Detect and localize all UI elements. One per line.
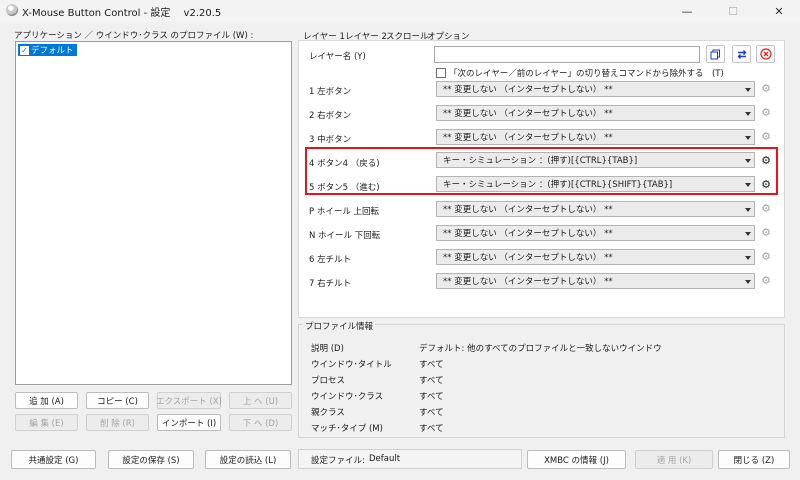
gear-icon[interactable]: ⚙ — [760, 251, 772, 263]
chevron-down-icon — [745, 232, 751, 236]
info-key-parent-class: 親クラス — [311, 408, 345, 418]
chevron-down-icon — [745, 280, 751, 284]
row-label-middle-button: 3 中ボタン — [309, 135, 352, 145]
maximize-button[interactable]: ☐ — [710, 0, 756, 22]
gear-icon[interactable]: ⚙ — [760, 227, 772, 239]
profile-info-title: プロファイル情報 — [303, 320, 376, 332]
profile-item-default[interactable]: ✓ デフォルト — [18, 44, 77, 56]
move-up-button[interactable]: 上 へ (U) — [229, 392, 292, 409]
save-settings-button[interactable]: 設定の保存 (S) — [108, 450, 194, 469]
layer-name-input[interactable] — [434, 46, 700, 63]
action-select-right-button[interactable]: ** 変更しない （インターセプトしない） ** — [436, 105, 755, 121]
profiles-label: アプリケーション ／ ウインドウ･クラス のプロファイル (W) : — [14, 31, 254, 41]
row-label-wheel-down: N ホイール 下回転 — [309, 231, 381, 241]
info-value-window-class: すべて — [419, 392, 444, 402]
swap-icon — [737, 49, 746, 59]
exclude-layer-checkbox[interactable] — [436, 68, 446, 78]
edit-profile-button[interactable]: 編 集 (E) — [15, 414, 78, 431]
row-label-wheel-up: P ホイール 上回転 — [309, 207, 380, 217]
load-settings-button[interactable]: 設定の読込 (L) — [205, 450, 291, 469]
action-value: ** 変更しない （インターセプトしない） ** — [443, 85, 613, 95]
app-icon — [6, 4, 18, 16]
move-down-button[interactable]: 下 へ (D) — [229, 414, 292, 431]
chevron-down-icon — [745, 88, 751, 92]
action-value: ** 変更しない （インターセプトしない） ** — [443, 205, 613, 215]
row-label-tilt-left: 6 左チルト — [309, 255, 352, 265]
action-select-tilt-left[interactable]: ** 変更しない （インターセプトしない） ** — [436, 249, 755, 265]
info-key-process: プロセス — [311, 376, 346, 386]
info-key-window-title: ウインドウ･タイトル — [311, 360, 392, 370]
action-select-middle-button[interactable]: ** 変更しない （インターセプトしない） ** — [436, 129, 755, 145]
chevron-down-icon — [745, 256, 751, 260]
window-title: X-Mouse Button Control - 設定 v2.20.5 — [22, 8, 222, 19]
export-profile-button[interactable]: エクスポート (X) — [156, 392, 222, 409]
gear-icon[interactable]: ⚙ — [760, 107, 772, 119]
info-value-match-type: すべて — [419, 424, 444, 434]
action-select-wheel-down[interactable]: ** 変更しない （インターセプトしない） ** — [436, 225, 755, 241]
profile-list[interactable]: ✓ デフォルト — [15, 41, 292, 385]
copy-profile-button[interactable]: コピー (C) — [86, 392, 149, 409]
delete-profile-button[interactable]: 削 除 (R) — [86, 414, 149, 431]
info-value-description: デフォルト: 他のすべてのプロファイルと一致しないウインドウ — [419, 344, 662, 354]
action-value: ** 変更しない （インターセプトしない） ** — [443, 133, 613, 143]
row-label-right-button: 2 右ボタン — [309, 111, 352, 121]
import-profile-button[interactable]: インポート (I) — [157, 414, 221, 431]
info-value-parent-class: すべて — [419, 408, 444, 418]
chevron-down-icon — [745, 112, 751, 116]
gear-icon[interactable]: ⚙ — [760, 83, 772, 95]
action-value: ** 変更しない （インターセプトしない） ** — [443, 253, 613, 263]
action-select-wheel-up[interactable]: ** 変更しない （インターセプトしない） ** — [436, 201, 755, 217]
action-value: ** 変更しない （インターセプトしない） ** — [443, 229, 613, 239]
settings-file-label: 設定ファイル: — [311, 456, 365, 466]
swap-layer-button[interactable] — [732, 45, 751, 63]
exclude-layer-label: 「次のレイヤー／前のレイヤー」の切り替えコマンドから除外する (T) — [449, 69, 724, 79]
close-dialog-button[interactable]: 閉じる (Z) — [718, 450, 790, 469]
info-key-description: 説明 (D) — [311, 344, 344, 354]
add-profile-button[interactable]: 追 加 (A) — [15, 392, 78, 409]
reset-icon — [759, 48, 772, 60]
chevron-down-icon — [745, 136, 751, 140]
minimize-button[interactable]: — — [664, 0, 710, 22]
about-button[interactable]: XMBC の情報 (J) — [527, 450, 626, 469]
row-label-left-button: 1 左ボタン — [309, 87, 352, 97]
gear-icon[interactable]: ⚙ — [760, 275, 772, 287]
info-key-match-type: マッチ･タイプ (M) — [311, 424, 383, 434]
settings-file-value: Default — [369, 454, 401, 464]
profile-item-label: デフォルト — [31, 46, 74, 56]
layer-name-label: レイヤー名 (Y) — [309, 52, 366, 62]
highlight-box — [305, 147, 778, 195]
gear-icon[interactable]: ⚙ — [760, 131, 772, 143]
info-value-process: すべて — [419, 376, 444, 386]
copy-icon — [710, 49, 720, 59]
action-value: ** 変更しない （インターセプトしない） ** — [443, 109, 613, 119]
checkbox-checked-icon[interactable]: ✓ — [20, 45, 29, 55]
chevron-down-icon — [745, 208, 751, 212]
gear-icon[interactable]: ⚙ — [760, 203, 772, 215]
info-key-window-class: ウインドウ･クラス — [311, 392, 384, 402]
action-select-left-button[interactable]: ** 変更しない （インターセプトしない） ** — [436, 81, 755, 97]
action-value: ** 変更しない （インターセプトしない） ** — [443, 277, 613, 287]
common-settings-button[interactable]: 共通設定 (G) — [11, 450, 96, 469]
apply-button[interactable]: 適 用 (K) — [635, 450, 713, 469]
info-value-window-title: すべて — [419, 360, 444, 370]
reset-layer-button[interactable] — [756, 45, 775, 63]
copy-layer-button[interactable] — [706, 45, 725, 63]
close-window-button[interactable]: ✕ — [756, 0, 800, 22]
action-select-tilt-right[interactable]: ** 変更しない （インターセプトしない） ** — [436, 273, 755, 289]
row-label-tilt-right: 7 右チルト — [309, 279, 352, 289]
